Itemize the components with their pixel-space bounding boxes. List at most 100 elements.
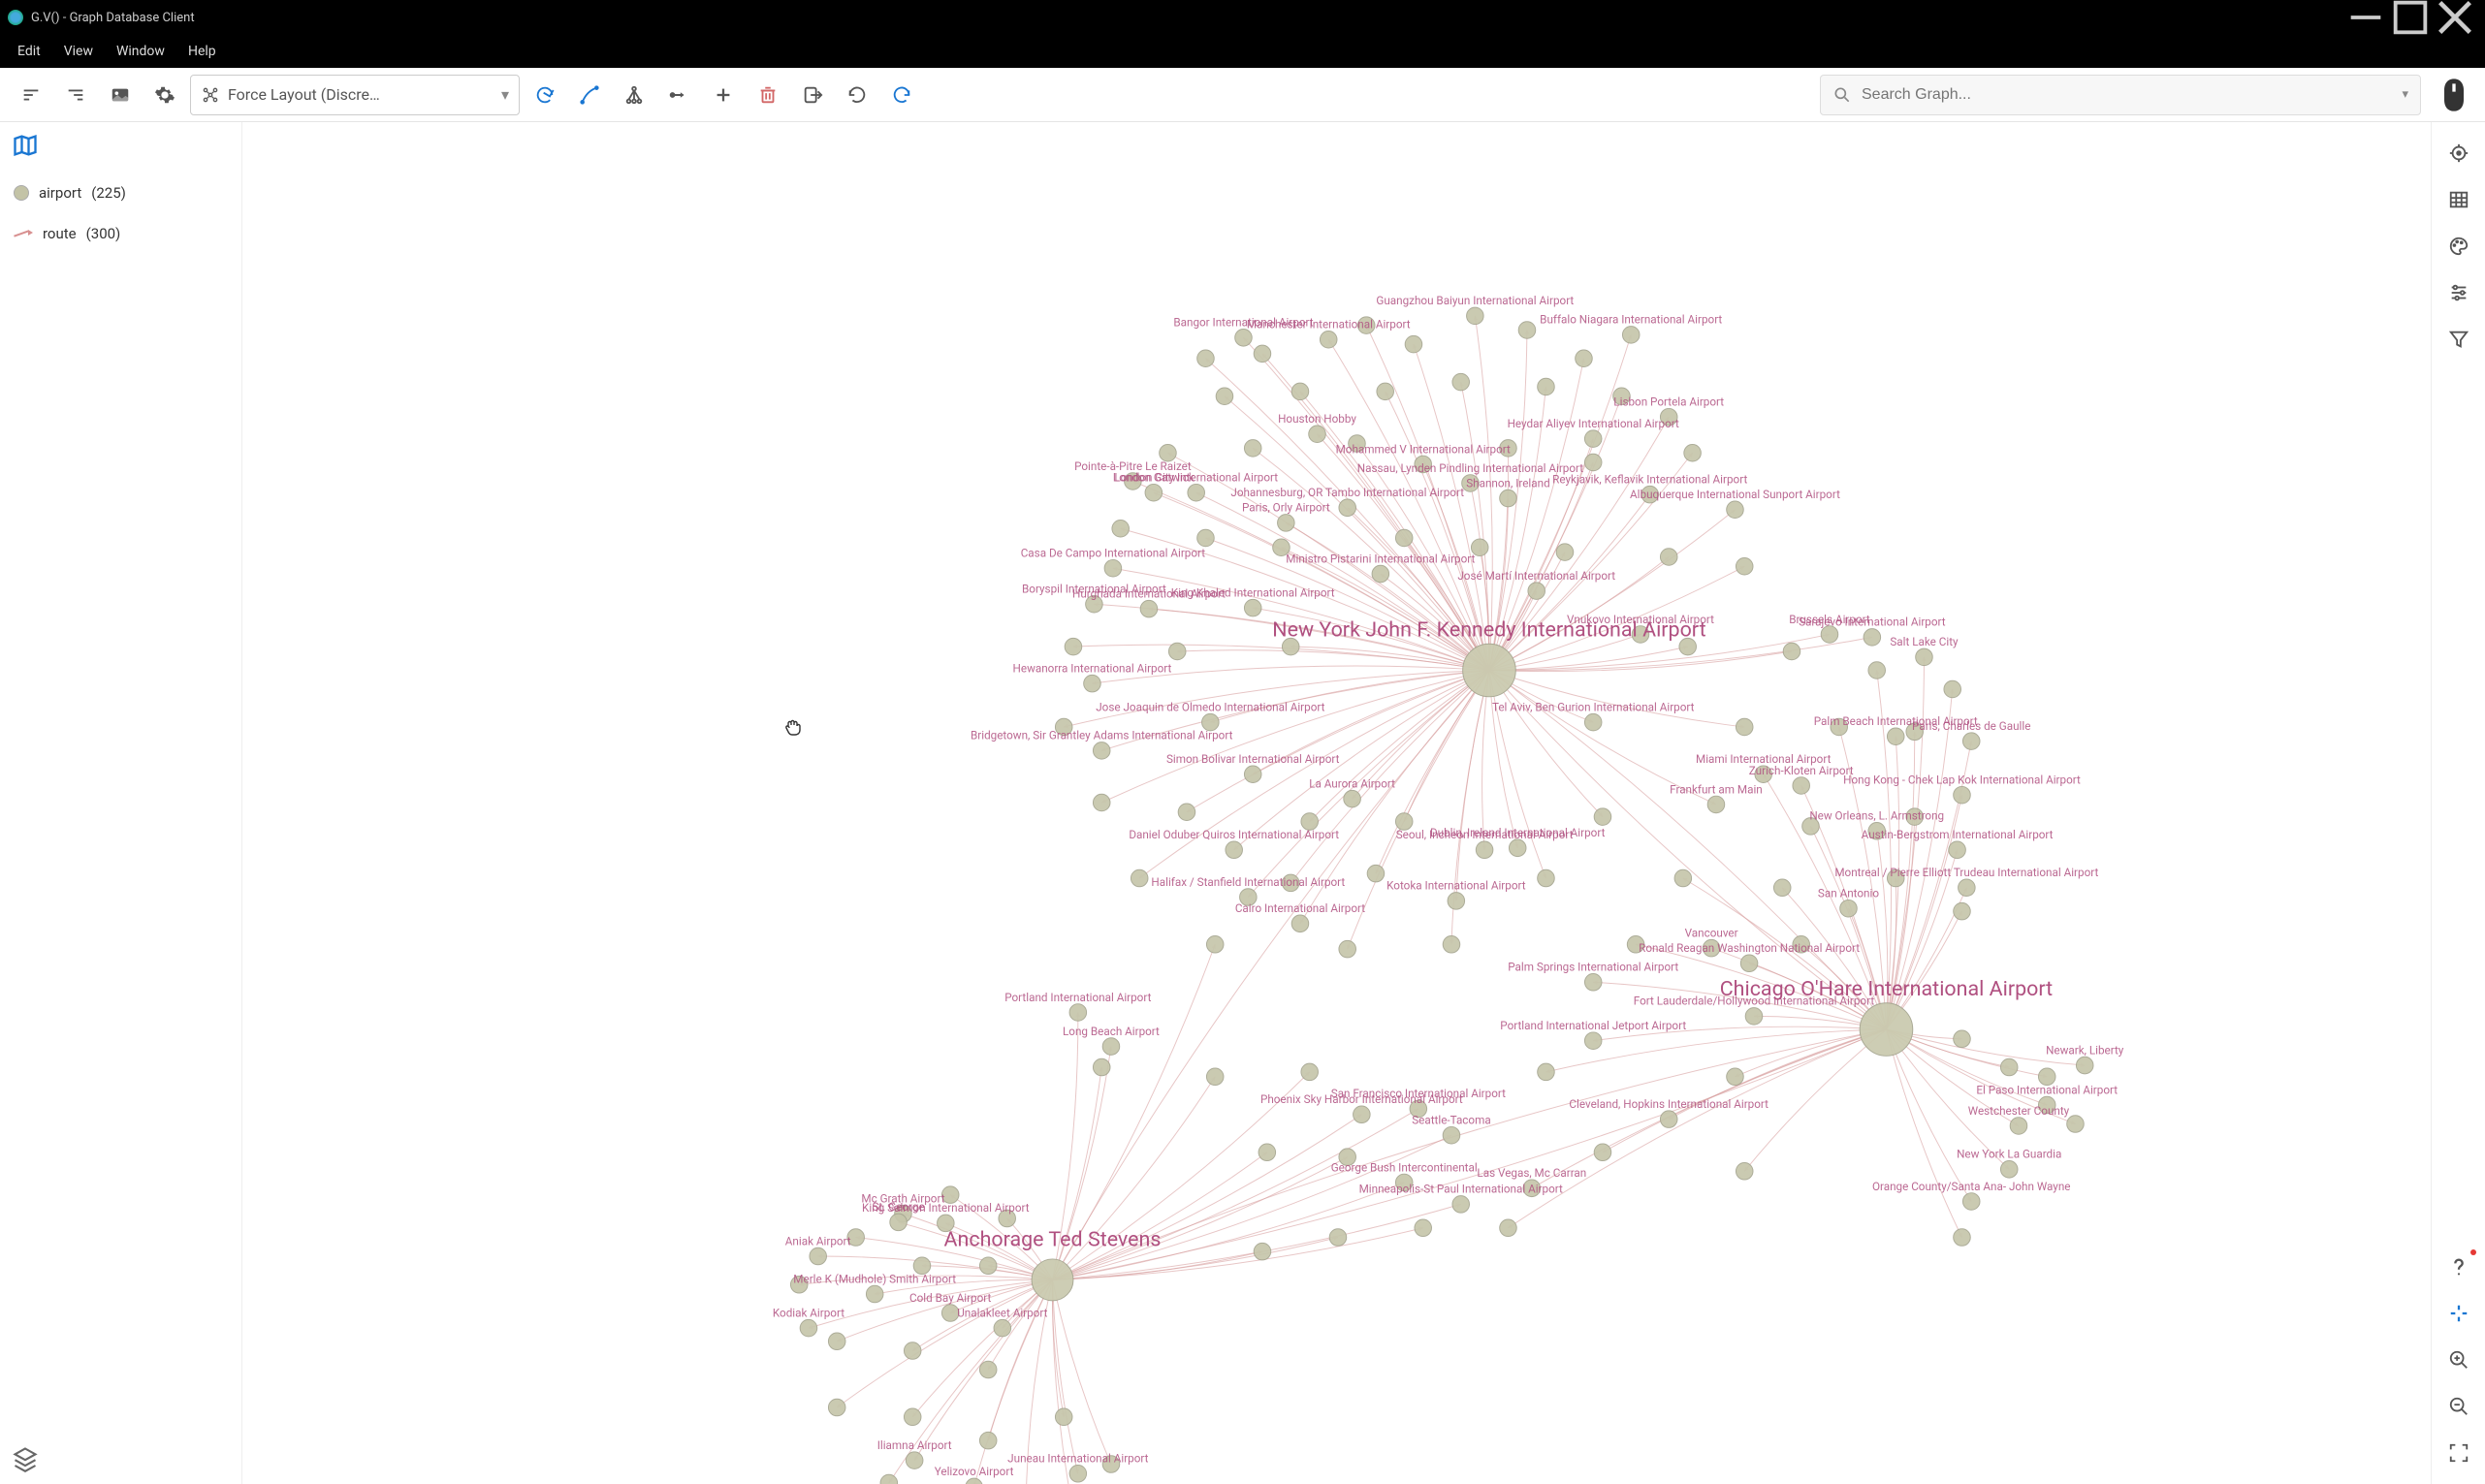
graph-node[interactable] (1069, 1004, 1087, 1022)
graph-node[interactable] (1065, 638, 1082, 655)
maximize-button[interactable] (2388, 0, 2433, 35)
map-toggle-button[interactable] (12, 132, 39, 159)
graph-node[interactable] (1740, 955, 1758, 972)
graph-node[interactable] (1140, 600, 1158, 617)
graph-node[interactable] (1443, 1126, 1460, 1144)
zoom-out-button[interactable] (2443, 1391, 2474, 1422)
graph-node[interactable] (1226, 841, 1243, 859)
graph-node[interactable] (2010, 1118, 2027, 1135)
graph-node[interactable] (828, 1399, 845, 1416)
graph-node[interactable] (1104, 559, 1122, 577)
zoom-in-button[interactable] (2443, 1344, 2474, 1375)
graph-node[interactable] (904, 1342, 921, 1360)
graph-node[interactable] (1448, 893, 1465, 910)
chevron-down-icon[interactable]: ▾ (2402, 87, 2408, 102)
graph-node[interactable] (1674, 869, 1692, 887)
reload-button[interactable] (526, 76, 564, 114)
graph-node[interactable] (1301, 1063, 1319, 1081)
graph-node[interactable] (1556, 544, 1574, 561)
graph-node[interactable] (1949, 841, 1966, 859)
graph-node[interactable] (1395, 529, 1413, 547)
menu-window[interactable]: Window (107, 40, 175, 63)
graph-node[interactable] (1291, 383, 1309, 400)
graph-node[interactable] (1377, 383, 1394, 400)
screenshot-button[interactable] (101, 76, 140, 114)
graph-node[interactable] (1093, 1058, 1110, 1076)
graph-node[interactable] (1309, 426, 1326, 443)
graph-node[interactable] (1197, 350, 1215, 367)
graph-node[interactable] (1887, 728, 1904, 745)
graph-node[interactable] (906, 1452, 923, 1469)
graph-node[interactable] (1405, 335, 1422, 353)
graph-node[interactable] (994, 1319, 1011, 1337)
graph-node[interactable] (890, 1214, 908, 1231)
sliders-button[interactable] (2443, 277, 2474, 308)
graph-node[interactable] (1291, 915, 1309, 932)
close-button[interactable] (2433, 0, 2477, 35)
graph-node[interactable] (1244, 599, 1261, 616)
graph-node[interactable] (1344, 790, 1361, 807)
graph-node[interactable] (2000, 1161, 2018, 1179)
graph-node[interactable] (1962, 733, 1980, 750)
graph-node[interactable] (1959, 879, 1976, 897)
graph-node[interactable] (1954, 1229, 1971, 1247)
graph-node[interactable] (1518, 322, 1536, 339)
graph-node[interactable] (1793, 777, 1810, 795)
graph-node[interactable] (1594, 808, 1611, 826)
graph-node[interactable] (1684, 444, 1702, 461)
graph-node[interactable] (1216, 388, 1233, 405)
graph-node[interactable] (1452, 373, 1470, 391)
graph-node[interactable] (1452, 1196, 1470, 1214)
graph-node[interactable] (1055, 1408, 1072, 1426)
graph-node[interactable] (1594, 1144, 1611, 1161)
table-view-button[interactable] (2443, 184, 2474, 215)
graph-node[interactable] (1538, 869, 1555, 887)
graph-node[interactable] (1093, 742, 1110, 760)
auto-layout-button[interactable] (570, 76, 609, 114)
graph-hub-node[interactable] (1860, 1003, 1913, 1057)
graph-node[interactable] (1372, 565, 1389, 583)
graph-node[interactable] (1954, 1030, 1971, 1048)
graph-node[interactable] (1367, 865, 1385, 882)
graph-node[interactable] (800, 1319, 817, 1337)
graph-node[interactable] (1745, 1008, 1763, 1026)
graph-node[interactable] (2000, 1058, 2018, 1076)
undo-button[interactable] (838, 76, 876, 114)
graph-node[interactable] (1528, 583, 1545, 600)
graph-node[interactable] (979, 1432, 997, 1449)
graph-node[interactable] (1500, 489, 1517, 507)
graph-node[interactable] (1476, 841, 1493, 859)
graph-node[interactable] (1509, 839, 1526, 857)
graph-node[interactable] (904, 1408, 921, 1426)
graph-node[interactable] (1206, 935, 1224, 953)
graph-node[interactable] (1206, 1068, 1224, 1086)
graph-node[interactable] (1178, 804, 1195, 821)
minimize-button[interactable] (2343, 0, 2388, 35)
graph-node[interactable] (979, 1257, 997, 1275)
graph-node[interactable] (1235, 330, 1253, 347)
graph-node[interactable] (1538, 1063, 1555, 1081)
graph-node[interactable] (1102, 1038, 1120, 1056)
graph-node[interactable] (1069, 1465, 1087, 1482)
graph-node[interactable] (979, 1361, 997, 1378)
graph-node[interactable] (1188, 484, 1205, 501)
graph-node[interactable] (1339, 940, 1356, 958)
graph-node[interactable] (1254, 1243, 1271, 1260)
graph-node[interactable] (810, 1247, 827, 1265)
graph-node[interactable] (1254, 345, 1271, 363)
graph-node[interactable] (1339, 499, 1356, 517)
graph-node[interactable] (1736, 557, 1753, 575)
graph-node[interactable] (2076, 1057, 2093, 1074)
graph-node[interactable] (1736, 1162, 1753, 1180)
graph-node[interactable] (1329, 1229, 1347, 1247)
graph-node[interactable] (828, 1333, 845, 1350)
graph-node[interactable] (1354, 1106, 1371, 1123)
graph-node[interactable] (1954, 786, 1971, 804)
graph-canvas[interactable]: Guangzhou Baiyun International AirportMa… (242, 122, 2431, 1484)
graph-node[interactable] (1584, 973, 1602, 991)
tree-layout-button[interactable] (615, 76, 653, 114)
graph-node[interactable] (1131, 869, 1148, 887)
layers-button[interactable] (12, 1445, 39, 1472)
graph-node[interactable] (1660, 1111, 1677, 1128)
collapse-right-icon[interactable] (56, 76, 95, 114)
